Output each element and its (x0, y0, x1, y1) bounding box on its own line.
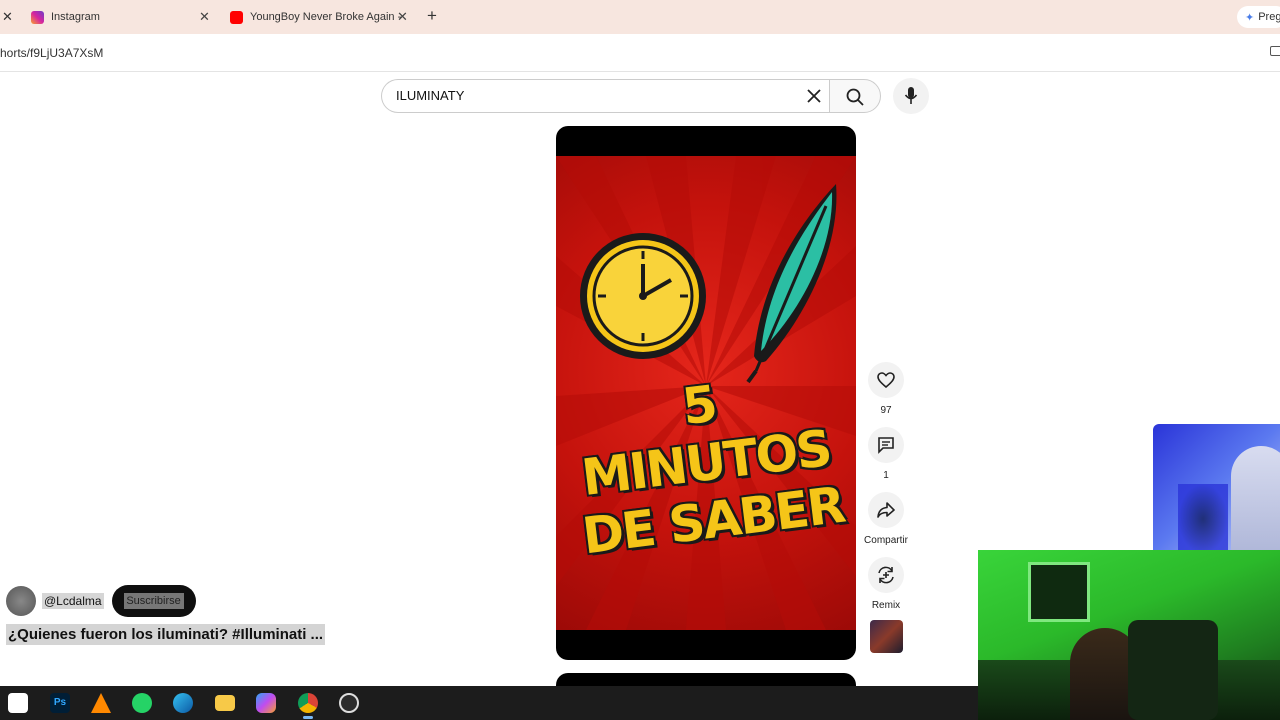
webcam-figure (1231, 446, 1280, 552)
search-input[interactable] (396, 88, 776, 103)
clock-icon (580, 233, 706, 359)
subscribe-label: Suscribirse (123, 593, 184, 609)
tab-instagram[interactable]: Instagram ✕ (31, 4, 211, 30)
channel-handle[interactable]: @Lcdalma (42, 593, 104, 609)
tab-title: Instagram (51, 11, 100, 23)
comment-button[interactable] (868, 427, 904, 463)
chrome-icon[interactable] (298, 693, 318, 713)
shorts-video-player[interactable]: 5 MINUTOS DE SABER (556, 126, 856, 660)
microphone-icon (904, 87, 918, 104)
edge-icon[interactable] (173, 693, 193, 713)
tab-youtube[interactable]: YoungBoy Never Broke Again - ✕ (230, 4, 410, 30)
copilot-icon[interactable] (256, 693, 276, 713)
capcut-icon[interactable] (8, 693, 28, 713)
search-icon (846, 88, 864, 106)
voice-search-button[interactable] (893, 78, 929, 114)
channel-info: @Lcdalma Suscribirse (6, 585, 196, 617)
obs-icon[interactable] (339, 693, 359, 713)
chrome-active-indicator (303, 716, 313, 719)
sound-thumbnail[interactable] (870, 620, 903, 653)
windows-taskbar: Ps (0, 686, 978, 720)
share-label: Compartir (864, 535, 908, 546)
remix-label: Remix (871, 600, 901, 611)
subscribe-button[interactable]: Suscribirse (111, 585, 196, 617)
remix-icon (878, 566, 894, 584)
video-title[interactable]: ¿Quienes fueron los iluminati? #Illumina… (6, 624, 326, 645)
vlc-icon[interactable] (91, 693, 111, 713)
webcam-overlay-top (1153, 424, 1280, 552)
like-count: 97 (880, 405, 892, 416)
new-tab-button[interactable]: + (427, 6, 437, 26)
gemini-icon: ✦ (1245, 11, 1255, 24)
search-button[interactable] (829, 79, 881, 113)
tab-title: YoungBoy Never Broke Again - (250, 11, 402, 23)
install-icon[interactable] (1270, 46, 1280, 56)
browser-tab-bar: ✕ Instagram ✕ YoungBoy Never Broke Again… (0, 0, 1280, 34)
photoshop-icon[interactable]: Ps (50, 693, 70, 713)
video-title-overlay: 5 MINUTOS DE SABER (556, 360, 855, 567)
whatsapp-icon[interactable] (132, 693, 152, 713)
photoshop-label: Ps (53, 697, 67, 708)
webcam-overlay-main (978, 550, 1280, 720)
close-tab-icon[interactable]: ✕ (2, 9, 13, 25)
close-tab-icon[interactable]: ✕ (199, 9, 210, 25)
comment-count: 1 (883, 470, 889, 481)
profile-label: Preg (1258, 11, 1280, 23)
profile-chip[interactable]: ✦ Preg (1237, 6, 1280, 28)
share-button[interactable] (868, 492, 904, 528)
share-icon (877, 502, 895, 518)
remix-button[interactable] (868, 557, 904, 593)
close-tab-icon[interactable]: ✕ (397, 9, 408, 25)
file-explorer-icon[interactable] (215, 695, 235, 711)
like-button[interactable] (868, 362, 904, 398)
search-box (381, 79, 829, 113)
webcam-chair (1128, 620, 1218, 720)
video-thumbnail: 5 MINUTOS DE SABER (556, 156, 856, 630)
instagram-icon (31, 10, 44, 24)
webcam-plant (1178, 484, 1228, 552)
youtube-icon (230, 10, 243, 24)
channel-avatar[interactable] (6, 586, 36, 616)
webcam-window (1028, 562, 1090, 622)
clear-search-icon[interactable] (807, 89, 821, 103)
address-bar: horts/f9LjU3A7XsM (0, 34, 1280, 72)
heart-icon (877, 372, 895, 388)
url-field[interactable]: horts/f9LjU3A7XsM (0, 46, 103, 60)
comment-icon (878, 437, 894, 454)
